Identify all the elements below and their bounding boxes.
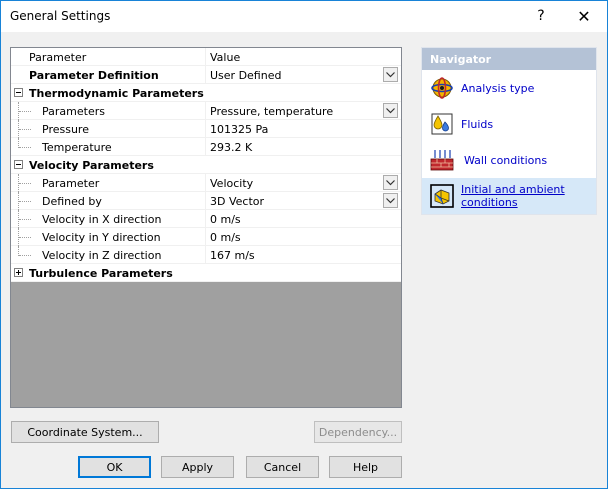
nav-label-initial-line1: Initial and ambient bbox=[461, 183, 565, 196]
help-button[interactable]: Help bbox=[329, 456, 402, 478]
cancel-button[interactable]: Cancel bbox=[246, 456, 319, 478]
defined-by-row[interactable]: Defined by 3D Vector bbox=[11, 192, 401, 210]
velocity-parameter-label: Parameter bbox=[11, 174, 206, 192]
velocity-x-value[interactable]: 0 m/s bbox=[207, 210, 401, 228]
nav-label-fluids: Fluids bbox=[461, 117, 494, 131]
analysis-type-icon bbox=[431, 77, 453, 99]
pressure-value[interactable]: 101325 Pa bbox=[207, 120, 401, 138]
close-button[interactable]: ✕ bbox=[562, 1, 606, 31]
turbulence-category-label: Turbulence Parameters bbox=[29, 267, 173, 280]
general-settings-dialog: General Settings ? ✕ Parameter Value Par… bbox=[0, 0, 608, 489]
chevron-down-icon bbox=[386, 107, 395, 113]
velocity-y-row[interactable]: Velocity in Y direction 0 m/s bbox=[11, 228, 401, 246]
nav-item-fluids[interactable]: Fluids bbox=[422, 106, 596, 142]
column-header-value: Value bbox=[210, 51, 241, 64]
velocity-category-label: Velocity Parameters bbox=[29, 159, 154, 172]
close-icon: ✕ bbox=[577, 6, 591, 26]
nav-item-analysis-type[interactable]: Analysis type bbox=[422, 70, 596, 106]
temperature-label: Temperature bbox=[11, 138, 206, 156]
thermodynamic-category-row[interactable]: Thermodynamic Parameters bbox=[11, 84, 401, 102]
velocity-y-value[interactable]: 0 m/s bbox=[207, 228, 401, 246]
nav-item-wall-conditions[interactable]: Wall conditions bbox=[422, 142, 596, 178]
velocity-x-label: Velocity in X direction bbox=[11, 210, 206, 228]
velocity-x-row[interactable]: Velocity in X direction 0 m/s bbox=[11, 210, 401, 228]
velocity-parameter-dropdown[interactable] bbox=[383, 175, 398, 190]
parameter-definition-label: Parameter Definition bbox=[11, 66, 206, 84]
thermo-parameters-dropdown[interactable] bbox=[383, 103, 398, 118]
parameter-definition-dropdown[interactable] bbox=[383, 67, 398, 82]
column-header-parameter: Parameter bbox=[11, 48, 206, 66]
question-icon: ? bbox=[537, 8, 545, 24]
velocity-category-row[interactable]: Velocity Parameters bbox=[11, 156, 401, 174]
pressure-row[interactable]: Pressure 101325 Pa bbox=[11, 120, 401, 138]
coordinate-system-button[interactable]: Coordinate System... bbox=[11, 421, 159, 443]
chevron-down-icon bbox=[386, 179, 395, 185]
thermodynamic-category-label: Thermodynamic Parameters bbox=[29, 87, 204, 100]
pressure-label: Pressure bbox=[11, 120, 206, 138]
temperature-row[interactable]: Temperature 293.2 K bbox=[11, 138, 401, 156]
nav-label-initial-line2: conditions bbox=[461, 196, 518, 209]
nav-item-initial-conditions[interactable]: Initial and ambient conditions bbox=[422, 178, 596, 214]
temperature-value[interactable]: 293.2 K bbox=[207, 138, 401, 156]
wall-conditions-icon bbox=[430, 150, 454, 171]
navigator-title: Navigator bbox=[422, 48, 596, 70]
apply-button[interactable]: Apply bbox=[161, 456, 234, 478]
defined-by-value[interactable]: 3D Vector bbox=[207, 192, 401, 210]
velocity-z-row[interactable]: Velocity in Z direction 167 m/s bbox=[11, 246, 401, 264]
defined-by-value-text: 3D Vector bbox=[210, 195, 265, 208]
nav-label-wall-conditions: Wall conditions bbox=[464, 153, 548, 167]
defined-by-dropdown[interactable] bbox=[383, 193, 398, 208]
help-title-button[interactable]: ? bbox=[519, 1, 563, 31]
title-bar: General Settings ? ✕ bbox=[1, 1, 607, 32]
velocity-z-label: Velocity in Z direction bbox=[11, 246, 206, 264]
property-grid[interactable]: Parameter Value Parameter Definition Use… bbox=[10, 47, 402, 408]
fluids-icon bbox=[431, 113, 453, 135]
defined-by-label: Defined by bbox=[11, 192, 206, 210]
velocity-parameter-row[interactable]: Parameter Velocity bbox=[11, 174, 401, 192]
grid-header-row: Parameter Value bbox=[11, 48, 401, 66]
turbulence-category-row[interactable]: Turbulence Parameters bbox=[11, 264, 401, 282]
nav-label-analysis-type: Analysis type bbox=[461, 81, 535, 95]
thermo-parameters-value-text: Pressure, temperature bbox=[210, 105, 334, 118]
navigator-panel: Navigator Analysis type Fluids Wall cond… bbox=[421, 47, 597, 215]
nav-label-initial-conditions: Initial and ambient conditions bbox=[461, 183, 565, 209]
chevron-down-icon bbox=[386, 197, 395, 203]
thermo-parameters-label: Parameters bbox=[11, 102, 206, 120]
parameter-definition-value-text: User Defined bbox=[210, 69, 282, 82]
initial-conditions-icon bbox=[430, 184, 454, 208]
property-rows: Parameter Value Parameter Definition Use… bbox=[11, 48, 401, 282]
dependency-button[interactable]: Dependency... bbox=[314, 421, 402, 443]
velocity-parameter-value[interactable]: Velocity bbox=[207, 174, 401, 192]
thermo-parameters-value[interactable]: Pressure, temperature bbox=[207, 102, 401, 120]
chevron-down-icon bbox=[386, 71, 395, 77]
velocity-parameter-value-text: Velocity bbox=[210, 177, 254, 190]
velocity-z-value[interactable]: 167 m/s bbox=[207, 246, 401, 264]
velocity-y-label: Velocity in Y direction bbox=[11, 228, 206, 246]
ok-button[interactable]: OK bbox=[78, 456, 151, 478]
parameter-definition-row[interactable]: Parameter Definition User Defined bbox=[11, 66, 401, 84]
parameter-definition-value[interactable]: User Defined bbox=[207, 66, 401, 84]
window-title: General Settings bbox=[10, 9, 111, 23]
thermo-parameters-row[interactable]: Parameters Pressure, temperature bbox=[11, 102, 401, 120]
